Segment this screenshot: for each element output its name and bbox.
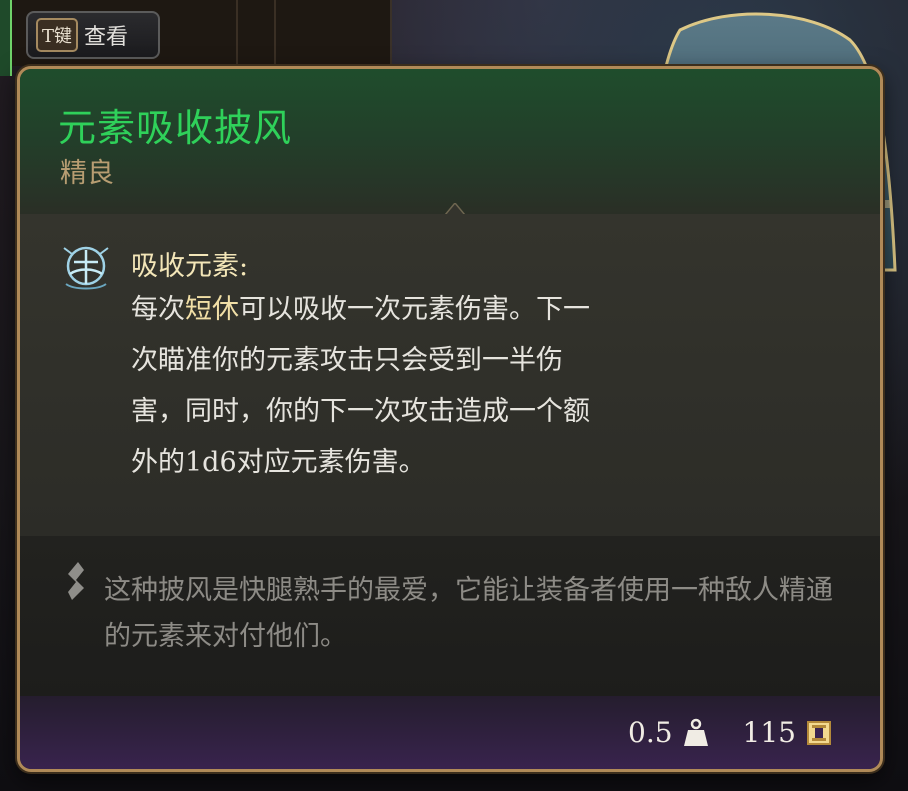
- weight-icon: [683, 718, 708, 746]
- item-weight: 0.5: [628, 716, 673, 749]
- passive-description: 每次短休可以吸收一次元素伤害。下一次瞄准你的元素攻击只会受到一半伤害，同时，你的…: [131, 284, 611, 488]
- item-stats: 0.5 115: [628, 716, 832, 749]
- passive-desc-prefix: 每次: [131, 294, 185, 325]
- tooltip-header: 元素吸收披风 精良: [20, 69, 880, 214]
- item-rarity: 精良: [60, 158, 114, 189]
- background-divider: [236, 0, 238, 66]
- background-selected-slot: [0, 0, 12, 76]
- hotkey-label: 查看: [84, 25, 129, 50]
- passive-section: 吸收元素: 每次短休可以吸收一次元素伤害。下一次瞄准你的元素攻击只会受到一半伤害…: [20, 214, 880, 536]
- hotkey-cap: T键: [36, 18, 79, 52]
- item-value: 115: [742, 716, 796, 749]
- lore-text: 这种披风是快腿熟手的最爱，它能让装备者使用一种敌人精通的元素来对付他们。: [104, 575, 833, 652]
- gold-icon: [807, 720, 831, 745]
- background-divider: [274, 0, 276, 66]
- lore-section: 这种披风是快腿熟手的最爱，它能让装备者使用一种敌人精通的元素来对付他们。: [20, 536, 880, 696]
- inspect-hotkey-button[interactable]: T键 查看: [26, 11, 160, 59]
- short-rest-keyword[interactable]: 短休: [185, 294, 239, 325]
- tooltip-footer: 0.5 115: [20, 696, 880, 769]
- passive-name: 吸收元素:: [131, 251, 249, 282]
- item-tooltip: 元素吸收披风 精良 吸收元素: 每次短休可以吸收一次元素伤害。下一次瞄准你的元素…: [17, 66, 883, 772]
- quote-icon: [68, 562, 84, 600]
- elemental-absorb-icon: [63, 246, 109, 290]
- item-name: 元素吸收披风: [58, 106, 293, 150]
